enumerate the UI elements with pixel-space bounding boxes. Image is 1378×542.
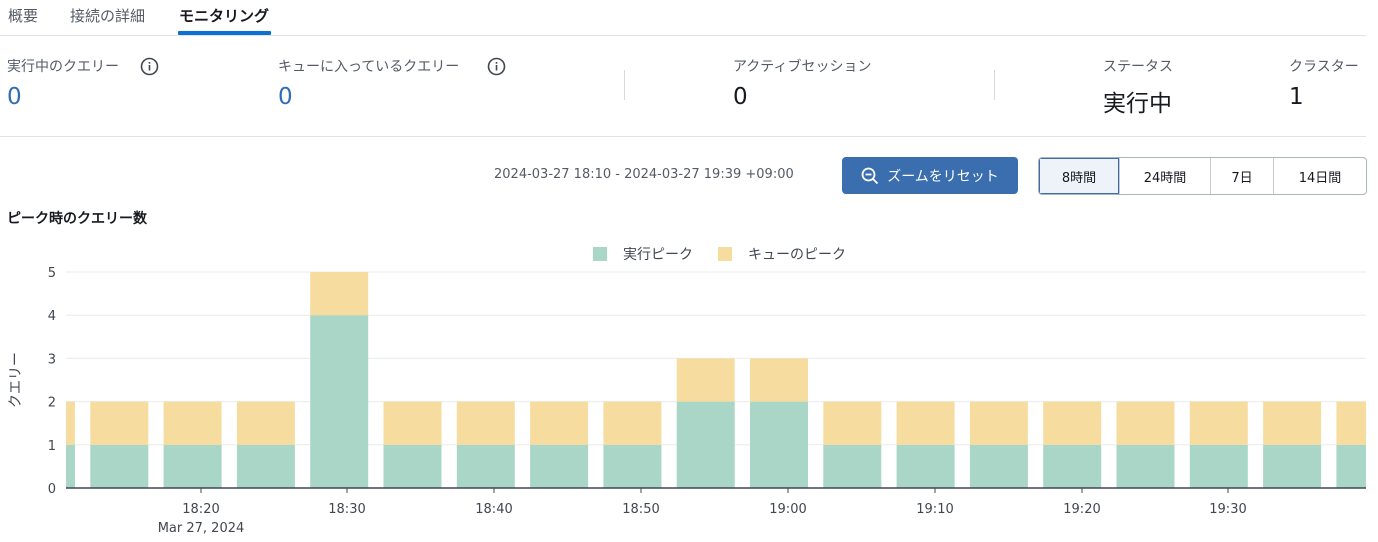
active-sessions-value: 0: [733, 84, 748, 110]
bar-queued-peak[interactable]: [90, 401, 149, 445]
bar-running-peak[interactable]: [383, 444, 442, 488]
bar-queued-peak[interactable]: [1116, 401, 1175, 445]
bar-queued-peak[interactable]: [896, 401, 955, 445]
bar-running-peak[interactable]: [750, 401, 808, 488]
bar-running-peak[interactable]: [823, 444, 882, 488]
bar-queued-peak[interactable]: [456, 401, 515, 445]
metrics-panel: 実行中のクエリー 0 キューに入っているクエリー 0 アクティブセッション 0 …: [0, 36, 1366, 137]
clusters-value: 1: [1289, 84, 1304, 110]
bar-queued-peak[interactable]: [676, 358, 735, 402]
range-option-24h[interactable]: 24時間: [1120, 158, 1211, 194]
x-tick-label: 19:20: [1063, 502, 1100, 517]
metric-divider: [994, 70, 995, 100]
reset-zoom-label: ズームをリセット: [887, 168, 999, 185]
clusters-label: クラスター: [1289, 59, 1359, 75]
queued-queries-info-icon[interactable]: [487, 57, 506, 76]
peak-queries-chart[interactable]: 0 1 2 3 4 5 クエリー 18:20 Mar 27, 2024 18:30 18:40 18:…: [0, 260, 1378, 542]
bar-running-peak[interactable]: [310, 315, 369, 488]
bar-running-peak[interactable]: [17, 444, 75, 488]
tab-monitoring[interactable]: モニタリング: [179, 5, 269, 26]
bar-queued-peak[interactable]: [1336, 401, 1378, 445]
x-tick-label: 18:20: [182, 502, 219, 517]
queued-queries-value[interactable]: 0: [278, 84, 293, 110]
status-value: 実行中: [1103, 91, 1172, 117]
x-tick-label: 19:10: [916, 502, 953, 517]
tab-bar: 概要 接続の詳細 モニタリング: [0, 0, 1366, 36]
x-tick-label: 19:00: [769, 502, 806, 517]
bar-running-peak[interactable]: [530, 444, 589, 488]
bar-running-peak[interactable]: [1263, 444, 1322, 488]
bar-queued-peak[interactable]: [383, 401, 442, 445]
bar-queued-peak[interactable]: [1189, 401, 1248, 445]
bar-queued-peak[interactable]: [1263, 401, 1322, 445]
tab-connection-details[interactable]: 接続の詳細: [70, 5, 145, 26]
time-range-text: 2024-03-27 18:10 - 2024-03-27 19:39 +09:…: [494, 167, 794, 182]
y-tick-label: 0: [48, 482, 56, 497]
legend-swatch-running: [593, 247, 607, 261]
zoom-out-icon: [861, 167, 879, 184]
running-queries-info-icon[interactable]: [140, 57, 159, 76]
bar-queued-peak[interactable]: [823, 401, 882, 445]
range-option-8h[interactable]: 8時間: [1039, 158, 1120, 194]
bar-queued-peak[interactable]: [750, 358, 808, 402]
bar-running-peak[interactable]: [603, 444, 662, 488]
bar-queued-peak[interactable]: [1043, 401, 1102, 445]
bar-running-peak[interactable]: [90, 444, 149, 488]
bar-running-peak[interactable]: [1116, 444, 1175, 488]
y-tick-label: 4: [48, 309, 56, 324]
time-range-selector: 8時間 24時間 7日 14日間: [1038, 157, 1367, 195]
bar-running-peak[interactable]: [896, 444, 955, 488]
bar-running-peak[interactable]: [1336, 444, 1378, 488]
metric-divider: [624, 70, 625, 100]
y-tick-label: 2: [48, 396, 56, 411]
bar-running-peak[interactable]: [163, 444, 222, 488]
y-tick-label: 1: [48, 439, 56, 454]
bar-queued-peak[interactable]: [310, 272, 369, 316]
y-axis-label: クエリー: [8, 352, 24, 408]
bar-running-peak[interactable]: [676, 401, 735, 488]
reset-zoom-button[interactable]: ズームをリセット: [842, 157, 1018, 194]
x-tick-label: 19:30: [1209, 502, 1246, 517]
tab-overview[interactable]: 概要: [8, 5, 38, 26]
bar-queued-peak[interactable]: [163, 401, 222, 445]
bar-running-peak[interactable]: [456, 444, 515, 488]
bar-queued-peak[interactable]: [530, 401, 589, 445]
y-tick-label: 5: [48, 266, 56, 281]
bar-queued-peak[interactable]: [603, 401, 662, 445]
bar-queued-peak[interactable]: [236, 401, 295, 445]
queued-queries-label: キューに入っているクエリー: [278, 59, 460, 75]
x-tick-label: 18:40: [475, 502, 512, 517]
y-tick-label: 3: [48, 352, 56, 367]
running-queries-label: 実行中のクエリー: [7, 59, 119, 75]
range-option-7d[interactable]: 7日: [1211, 158, 1274, 194]
status-label: ステータス: [1103, 59, 1173, 75]
bar-running-peak[interactable]: [1043, 444, 1102, 488]
chart-title: ピーク時のクエリー数: [7, 211, 147, 227]
legend-swatch-queued: [718, 247, 732, 261]
x-tick-sublabel: Mar 27, 2024: [158, 521, 245, 536]
bar-queued-peak[interactable]: [17, 401, 75, 445]
x-tick-label: 18:30: [328, 502, 365, 517]
bar-running-peak[interactable]: [236, 444, 295, 488]
x-tick-label: 18:50: [622, 502, 659, 517]
bar-running-peak[interactable]: [1189, 444, 1248, 488]
running-queries-value[interactable]: 0: [7, 84, 22, 110]
active-sessions-label: アクティブセッション: [733, 59, 872, 75]
bar-running-peak[interactable]: [969, 444, 1028, 488]
range-option-14d[interactable]: 14日間: [1274, 158, 1366, 194]
bar-queued-peak[interactable]: [969, 401, 1028, 445]
active-tab-indicator: [178, 31, 271, 35]
